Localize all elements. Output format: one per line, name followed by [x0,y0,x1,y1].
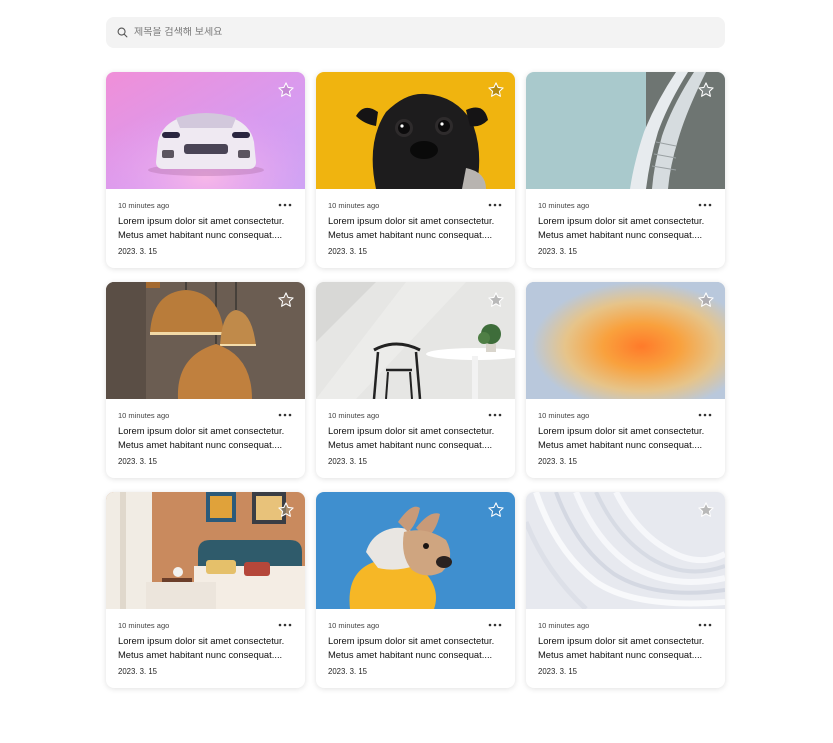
star-icon[interactable] [697,291,715,309]
more-options-icon[interactable] [487,200,503,210]
more-options-icon[interactable] [697,620,713,630]
card-description: Lorem ipsum dolor sit amet consectetur. … [328,634,506,662]
card-description: Lorem ipsum dolor sit amet consectetur. … [118,634,296,662]
card-description: Lorem ipsum dolor sit amet consectetur. … [538,214,716,242]
more-options-icon[interactable] [277,620,293,630]
card-date: 2023. 3. 15 [328,247,368,256]
more-options-icon[interactable] [277,200,293,210]
card-description: Lorem ipsum dolor sit amet consectetur. … [328,424,506,452]
card-description-line: Lorem ipsum dolor sit amet consectetur. [328,425,495,436]
card-description: Lorem ipsum dolor sit amet consectetur. … [538,424,716,452]
star-icon[interactable] [277,81,295,99]
card-description-line: Lorem ipsum dolor sit amet consectetur. [538,635,705,646]
star-icon[interactable] [277,291,295,309]
card-image [316,492,515,609]
card[interactable]: 10 minutes ago Lorem ipsum dolor sit ame… [106,492,305,688]
star-icon[interactable] [697,81,715,99]
card[interactable]: 10 minutes ago Lorem ipsum dolor sit ame… [106,72,305,268]
card[interactable]: 10 minutes ago Lorem ipsum dolor sit ame… [526,282,725,478]
card-description-line: Metus amet habitant nunc consequat.... [538,439,703,450]
card-description: Lorem ipsum dolor sit amet consectetur. … [118,424,296,452]
more-options-icon[interactable] [697,410,713,420]
card-time: 10 minutes ago [328,410,380,420]
card-description-line: Lorem ipsum dolor sit amet consectetur. [118,215,285,226]
card-description-line: Metus amet habitant nunc consequat.... [538,649,703,660]
card-description-line: Metus amet habitant nunc consequat.... [538,229,703,240]
card-date: 2023. 3. 15 [538,247,578,256]
card[interactable]: 10 minutes ago Lorem ipsum dolor sit ame… [526,492,725,688]
card-date: 2023. 3. 15 [538,667,578,676]
card-date: 2023. 3. 15 [328,457,368,466]
card[interactable]: 10 minutes ago Lorem ipsum dolor sit ame… [526,72,725,268]
card-date: 2023. 3. 15 [118,247,158,256]
card[interactable]: 10 minutes ago Lorem ipsum dolor sit ame… [316,282,515,478]
card-time: 10 minutes ago [538,410,590,420]
star-icon[interactable] [277,501,295,519]
card-description-line: Lorem ipsum dolor sit amet consectetur. [118,635,285,646]
card-date: 2023. 3. 15 [538,457,578,466]
card-description-line: Metus amet habitant nunc consequat.... [328,649,493,660]
card-image [106,72,305,189]
card-description-line: Lorem ipsum dolor sit amet consectetur. [328,635,495,646]
card-time: 10 minutes ago [538,620,590,630]
star-icon[interactable] [487,501,505,519]
card-image [316,72,515,189]
card-description-line: Lorem ipsum dolor sit amet consectetur. [538,425,705,436]
card-description-line: Lorem ipsum dolor sit amet consectetur. [328,215,495,226]
card-description: Lorem ipsum dolor sit amet consectetur. … [538,634,716,662]
card-date: 2023. 3. 15 [118,667,158,676]
card-description-line: Metus amet habitant nunc consequat.... [328,439,493,450]
card-time: 10 minutes ago [538,200,590,210]
card-description-line: Metus amet habitant nunc consequat.... [118,439,283,450]
card-time: 10 minutes ago [118,410,170,420]
card-description-line: Metus amet habitant nunc consequat.... [118,229,283,240]
search-input[interactable] [134,27,694,38]
star-icon[interactable] [697,501,715,519]
card-description-line: Lorem ipsum dolor sit amet consectetur. [538,215,705,226]
card-date: 2023. 3. 15 [328,667,368,676]
card-description: Lorem ipsum dolor sit amet consectetur. … [328,214,506,242]
search-icon [116,27,128,39]
card-grid: 10 minutes ago Lorem ipsum dolor sit ame… [106,72,725,688]
star-icon[interactable] [487,291,505,309]
card-image [526,282,725,399]
more-options-icon[interactable] [487,620,503,630]
more-options-icon[interactable] [487,410,503,420]
card-image [106,282,305,399]
card-time: 10 minutes ago [328,200,380,210]
card-image [526,72,725,189]
search-bar[interactable] [106,17,725,48]
card-date: 2023. 3. 15 [118,457,158,466]
card-image [526,492,725,609]
card-description-line: Lorem ipsum dolor sit amet consectetur. [118,425,285,436]
card-description-line: Metus amet habitant nunc consequat.... [118,649,283,660]
card-image [106,492,305,609]
card-time: 10 minutes ago [328,620,380,630]
card[interactable]: 10 minutes ago Lorem ipsum dolor sit ame… [316,72,515,268]
card-description: Lorem ipsum dolor sit amet consectetur. … [118,214,296,242]
card-image [316,282,515,399]
star-icon[interactable] [487,81,505,99]
card-time: 10 minutes ago [118,200,170,210]
card-description-line: Metus amet habitant nunc consequat.... [328,229,493,240]
card[interactable]: 10 minutes ago Lorem ipsum dolor sit ame… [106,282,305,478]
more-options-icon[interactable] [697,200,713,210]
card[interactable]: 10 minutes ago Lorem ipsum dolor sit ame… [316,492,515,688]
card-time: 10 minutes ago [118,620,170,630]
more-options-icon[interactable] [277,410,293,420]
